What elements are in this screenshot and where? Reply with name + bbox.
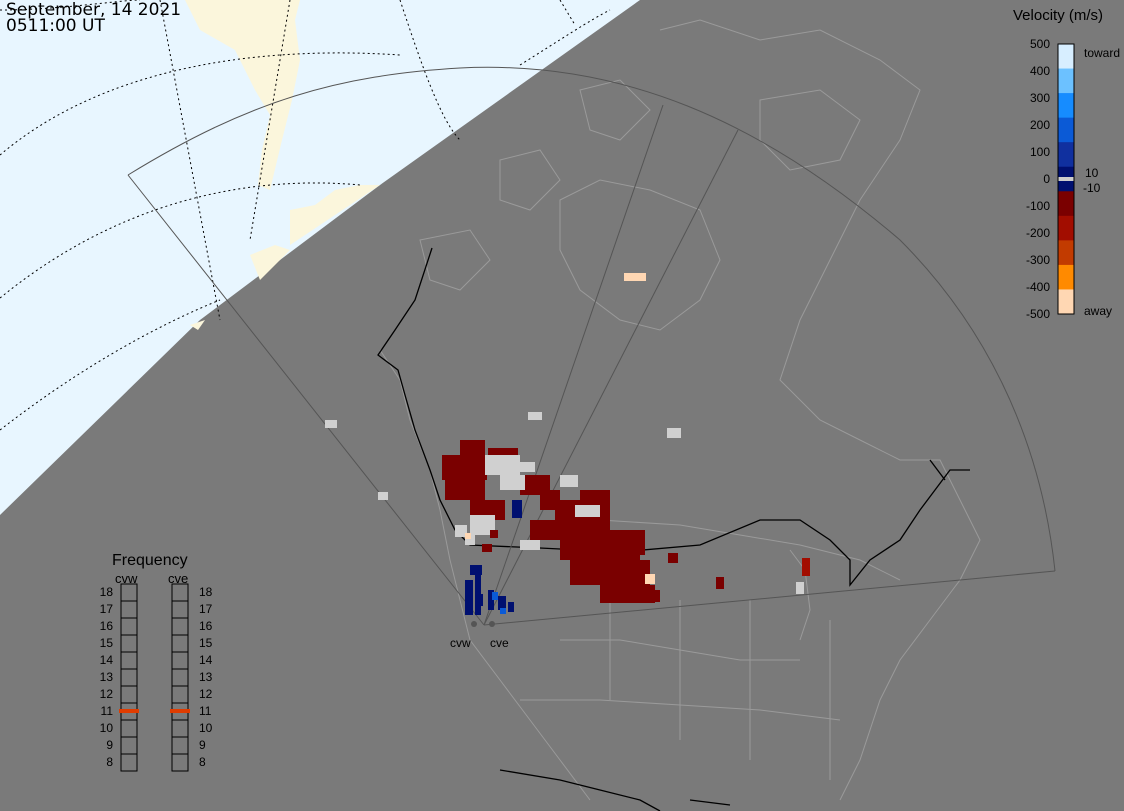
frequency-level-left: 13 <box>100 670 114 684</box>
colorbar-segment <box>1058 142 1074 168</box>
radar-site-cvw <box>471 621 477 627</box>
away-label: away <box>1084 304 1112 318</box>
frequency-level-left: 10 <box>100 721 114 735</box>
velocity-cell <box>668 553 678 563</box>
velocity-cell <box>475 570 481 615</box>
velocity-tick: -200 <box>1026 226 1050 240</box>
velocity-tick: 300 <box>1030 91 1050 105</box>
velocity-cell <box>325 420 337 428</box>
frequency-level-left: 16 <box>100 619 114 633</box>
velocity-cell <box>645 574 655 584</box>
colorbar-segment <box>1058 117 1074 143</box>
frequency-level-right: 15 <box>199 636 213 650</box>
observation-time: 0511:00 UT <box>6 16 105 36</box>
velocity-cell <box>540 490 560 510</box>
velocity-cell <box>465 580 473 615</box>
velocity-tick: -500 <box>1026 307 1050 321</box>
frequency-marker <box>119 709 139 713</box>
colorbar-zero-band <box>1058 177 1074 181</box>
radar-site-cve <box>489 621 495 627</box>
velocity-cell <box>500 475 525 490</box>
velocity-cell <box>520 540 540 550</box>
velocity-tick: -400 <box>1026 280 1050 294</box>
radar-map: cvw cve Velocity (m/s) toward away 10 -1… <box>0 0 1124 811</box>
frequency-level-right: 13 <box>199 670 213 684</box>
radar-label-cvw: cvw <box>450 636 471 650</box>
frequency-title: Frequency <box>112 552 188 569</box>
velocity-tick: 0 <box>1043 172 1050 186</box>
velocity-cell <box>442 455 487 480</box>
velocity-cell <box>512 500 522 518</box>
velocity-cell <box>620 530 645 555</box>
velocity-cell <box>515 462 535 472</box>
velocity-cell <box>492 592 498 600</box>
frequency-level-left: 12 <box>100 687 114 701</box>
frequency-level-left: 11 <box>101 704 114 718</box>
frequency-level-left: 18 <box>100 585 114 599</box>
colorbar-segment <box>1058 93 1074 119</box>
colorbar-segment <box>1058 289 1074 315</box>
frequency-level-right: 12 <box>199 687 213 701</box>
velocity-cell <box>482 544 492 552</box>
velocity-title: Velocity (m/s) <box>1013 7 1103 24</box>
velocity-cell <box>575 505 600 517</box>
near-zero-pos: 10 <box>1085 166 1099 180</box>
frequency-level-right: 10 <box>199 721 213 735</box>
frequency-marker <box>170 709 190 713</box>
frequency-level-left: 15 <box>100 636 114 650</box>
velocity-cell <box>485 455 520 475</box>
colorbar-segment <box>1058 264 1074 290</box>
velocity-cell <box>477 594 483 606</box>
toward-label: toward <box>1084 46 1120 60</box>
colorbar-segment <box>1058 191 1074 217</box>
velocity-cell <box>460 440 485 455</box>
frequency-level-left: 8 <box>106 755 113 769</box>
frequency-level-right: 16 <box>199 619 213 633</box>
velocity-cell <box>796 582 804 594</box>
velocity-cell <box>500 608 506 614</box>
velocity-cell <box>560 475 578 487</box>
near-zero-neg: -10 <box>1083 181 1101 195</box>
velocity-cell <box>508 602 514 612</box>
frequency-level-right: 18 <box>199 585 213 599</box>
velocity-tick: 400 <box>1030 64 1050 78</box>
velocity-cell <box>624 273 646 281</box>
frequency-level-left: 9 <box>106 738 113 752</box>
velocity-cell <box>498 596 506 610</box>
frequency-level-right: 9 <box>199 738 206 752</box>
velocity-cell <box>528 412 542 420</box>
frequency-level-left: 17 <box>100 602 114 616</box>
colorbar-segment <box>1058 215 1074 241</box>
velocity-cell <box>716 577 724 589</box>
frequency-level-right: 11 <box>199 704 212 718</box>
frequency-level-right: 8 <box>199 755 206 769</box>
velocity-tick: -300 <box>1026 253 1050 267</box>
radar-label-cve: cve <box>490 636 509 650</box>
velocity-cell <box>465 533 471 539</box>
frequency-level-left: 14 <box>100 653 114 667</box>
velocity-cell <box>378 492 388 500</box>
velocity-tick: 500 <box>1030 37 1050 51</box>
frequency-level-right: 14 <box>199 653 213 667</box>
velocity-tick: 100 <box>1030 145 1050 159</box>
velocity-tick: -100 <box>1026 199 1050 213</box>
velocity-cell <box>490 530 498 538</box>
velocity-cell <box>470 565 482 575</box>
colorbar-segment <box>1058 240 1074 266</box>
velocity-cell <box>802 558 810 576</box>
velocity-cell <box>530 520 560 540</box>
velocity-cell <box>667 428 681 438</box>
velocity-cell <box>570 560 650 585</box>
colorbar-segment <box>1058 44 1074 70</box>
velocity-cell <box>640 590 660 602</box>
velocity-cell <box>580 490 610 505</box>
colorbar-segment <box>1058 68 1074 94</box>
frequency-level-right: 17 <box>199 602 213 616</box>
velocity-colorbar <box>1057 43 1075 315</box>
velocity-tick: 200 <box>1030 118 1050 132</box>
velocity-cell <box>445 480 485 500</box>
